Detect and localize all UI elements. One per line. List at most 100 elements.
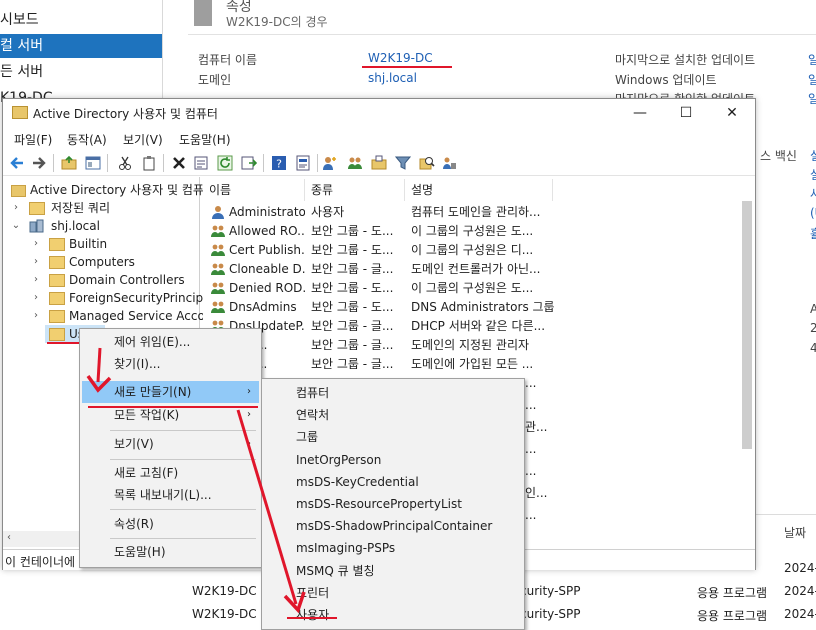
strip-text: 4 bbox=[810, 341, 816, 355]
menu-action[interactable]: 동작(A) bbox=[67, 131, 107, 148]
toolbar-separator bbox=[263, 154, 264, 172]
chevron-right-icon[interactable]: › bbox=[31, 289, 41, 307]
menu-item-properties[interactable]: 속성(R) bbox=[82, 513, 259, 535]
group-icon bbox=[211, 282, 225, 294]
submenu-item[interactable]: msDS-ShadowPrincipalContainer bbox=[264, 515, 520, 537]
maximize-button[interactable]: ☐ bbox=[663, 99, 709, 127]
column-header-description[interactable]: 설명 bbox=[405, 179, 553, 201]
strip-text: 실 bbox=[810, 149, 816, 163]
list-vertical-scrollbar[interactable] bbox=[739, 199, 755, 449]
submenu-item[interactable]: 그룹 bbox=[264, 426, 520, 448]
properties-icon[interactable] bbox=[193, 155, 209, 171]
menu-item-view[interactable]: 보기(V) › bbox=[82, 433, 259, 455]
refresh-icon[interactable] bbox=[217, 155, 233, 171]
delete-icon[interactable] bbox=[171, 155, 187, 171]
chevron-down-icon[interactable]: ⌄ bbox=[11, 217, 21, 235]
cell-description: 도메인 컨트롤러가 아닌... bbox=[411, 262, 541, 276]
properties-tile-icon bbox=[194, 0, 212, 26]
cell-type: 보안 그룹 - 도... bbox=[311, 300, 394, 314]
filter-icon[interactable] bbox=[395, 155, 411, 171]
paste-icon[interactable] bbox=[141, 155, 157, 171]
column-header-name[interactable]: 이름 bbox=[203, 179, 305, 201]
cell-description: 이 그룹의 구성원은 도... bbox=[411, 224, 534, 238]
cell-type: 보안 그룹 - 글... bbox=[311, 338, 394, 352]
submenu-item[interactable]: 프린터 bbox=[264, 582, 520, 604]
menu-item-find[interactable]: 찾기(I)... bbox=[82, 353, 259, 375]
chevron-right-icon[interactable]: › bbox=[31, 307, 41, 325]
domain-link[interactable]: shj.local bbox=[368, 71, 417, 85]
up-folder-icon[interactable] bbox=[61, 155, 77, 171]
show-description-icon[interactable] bbox=[295, 155, 311, 171]
submenu-item[interactable]: msImaging-PSPs bbox=[264, 537, 520, 559]
menu-view[interactable]: 보기(V) bbox=[123, 131, 163, 148]
group-icon bbox=[211, 301, 225, 313]
submenu-item[interactable]: 컴퓨터 bbox=[264, 382, 520, 404]
table-row[interactable]: Cert Publish... 보안 그룹 - 도... 이 그룹의 구성원은 디.… bbox=[203, 241, 738, 260]
cell-description: 컴퓨터 도메인을 관리하... bbox=[411, 205, 541, 219]
menu-help[interactable]: 도움말(H) bbox=[179, 131, 231, 148]
menu-file[interactable]: 파일(F) bbox=[14, 131, 52, 148]
nav-item-dashboard[interactable]: 시보드 bbox=[0, 8, 162, 32]
submenu-arrow-icon: › bbox=[247, 386, 251, 397]
scroll-left-icon[interactable]: ‹ bbox=[7, 532, 11, 543]
cell-description: DHCP 서버와 같은 다른... bbox=[411, 319, 546, 333]
table-row[interactable]: Denied ROD... 보안 그룹 - 도... 이 그룹의 구성원은 도... bbox=[203, 279, 738, 298]
table-row[interactable]: n Co...보안 그룹 - 글...도메인에 가입된 모든 ... bbox=[203, 355, 738, 374]
submenu-item[interactable]: msDS-ResourcePropertyList bbox=[264, 493, 520, 515]
chevron-right-icon[interactable]: › bbox=[31, 271, 41, 289]
menu-item-refresh[interactable]: 새로 고침(F) bbox=[82, 462, 259, 484]
column-header-type[interactable]: 종류 bbox=[305, 179, 405, 201]
add-to-group-icon[interactable] bbox=[441, 155, 457, 171]
cell-type: 보안 그룹 - 도... bbox=[311, 281, 394, 295]
submenu-item[interactable]: MSMQ 큐 별칭 bbox=[264, 560, 520, 582]
tree-item-label: Computers bbox=[69, 255, 135, 269]
menu-item-new[interactable]: 새로 만들기(N) › bbox=[82, 381, 259, 403]
menu-item-label: 보기(V) bbox=[114, 437, 154, 451]
table-row[interactable]: n Ad...보안 그룹 - 글...도메인의 지정된 관리자 bbox=[203, 336, 738, 355]
new-group-icon[interactable] bbox=[347, 155, 363, 171]
back-arrow-icon[interactable] bbox=[9, 155, 25, 171]
close-button[interactable]: ✕ bbox=[709, 99, 755, 127]
chevron-right-icon[interactable]: › bbox=[31, 253, 41, 271]
help-icon[interactable]: ? bbox=[271, 155, 287, 171]
table-row[interactable]: DnsAdmins 보안 그룹 - 도... DNS Administrators … bbox=[203, 298, 738, 317]
menu-item-help[interactable]: 도움말(H) bbox=[82, 541, 259, 563]
cell-type: 보안 그룹 - 도... bbox=[311, 243, 394, 257]
menu-item-export-list[interactable]: 목록 내보내기(L)... bbox=[82, 484, 259, 506]
new-ou-icon[interactable] bbox=[371, 155, 387, 171]
table-row[interactable]: Allowed RO... 보안 그룹 - 도... 이 그룹의 구성원은 도... bbox=[203, 222, 738, 241]
title-bar[interactable]: Active Directory 사용자 및 컴퓨터 — ☐ ✕ bbox=[3, 99, 755, 127]
tree-item-label: ForeignSecurityPrincipal bbox=[69, 291, 214, 305]
cell-description-partial: 인... bbox=[525, 486, 548, 500]
show-console-tree-icon[interactable] bbox=[85, 155, 101, 171]
export-list-icon[interactable] bbox=[241, 155, 257, 171]
chevron-right-icon[interactable]: › bbox=[31, 235, 41, 253]
cell-type: 보안 그룹 - 글... bbox=[311, 319, 394, 333]
annotation-underline-computer-name bbox=[362, 66, 452, 68]
cut-icon[interactable] bbox=[117, 155, 133, 171]
minimize-button[interactable]: — bbox=[617, 99, 663, 127]
submenu-item[interactable]: InetOrgPerson bbox=[264, 449, 520, 471]
menu-bar: 파일(F) 동작(A) 보기(V) 도움말(H) bbox=[3, 127, 755, 149]
submenu-item[interactable]: 사용자 bbox=[264, 604, 520, 626]
submenu-item[interactable]: 연락처 bbox=[264, 404, 520, 426]
find-icon[interactable] bbox=[419, 155, 435, 171]
table-row[interactable]: DnsUpdateP... 보안 그룹 - 글... DHCP 서버와 같은 다른.… bbox=[203, 317, 738, 336]
event-server: W2K19-DC bbox=[192, 584, 257, 598]
nav-item-local-server[interactable]: 컬 서버 bbox=[0, 34, 162, 58]
nav-item-all-servers[interactable]: 든 서버 bbox=[0, 60, 162, 84]
window-title: Active Directory 사용자 및 컴퓨터 bbox=[33, 107, 218, 121]
computer-name-link[interactable]: W2K19-DC bbox=[368, 51, 433, 65]
table-row[interactable]: Administrator 사용자 컴퓨터 도메인을 관리하... bbox=[203, 203, 738, 222]
submenu-item[interactable]: msDS-KeyCredential bbox=[264, 471, 520, 493]
new-user-icon[interactable] bbox=[321, 155, 337, 171]
event-log: 응용 프로그램 bbox=[697, 609, 768, 623]
menu-item-delegate-control[interactable]: 제어 위임(E)... bbox=[82, 331, 259, 353]
chevron-right-icon[interactable]: › bbox=[11, 199, 21, 217]
forward-arrow-icon[interactable] bbox=[31, 155, 47, 171]
context-menu: 제어 위임(E)... 찾기(I)... 새로 만들기(N) › 모든 작업(K… bbox=[79, 328, 262, 568]
menu-separator bbox=[110, 509, 256, 510]
scrollbar-thumb[interactable] bbox=[742, 201, 752, 449]
table-row[interactable]: Cloneable D... 보안 그룹 - 글... 도메인 컨트롤러가 아닌..… bbox=[203, 260, 738, 279]
menu-separator bbox=[110, 459, 256, 460]
